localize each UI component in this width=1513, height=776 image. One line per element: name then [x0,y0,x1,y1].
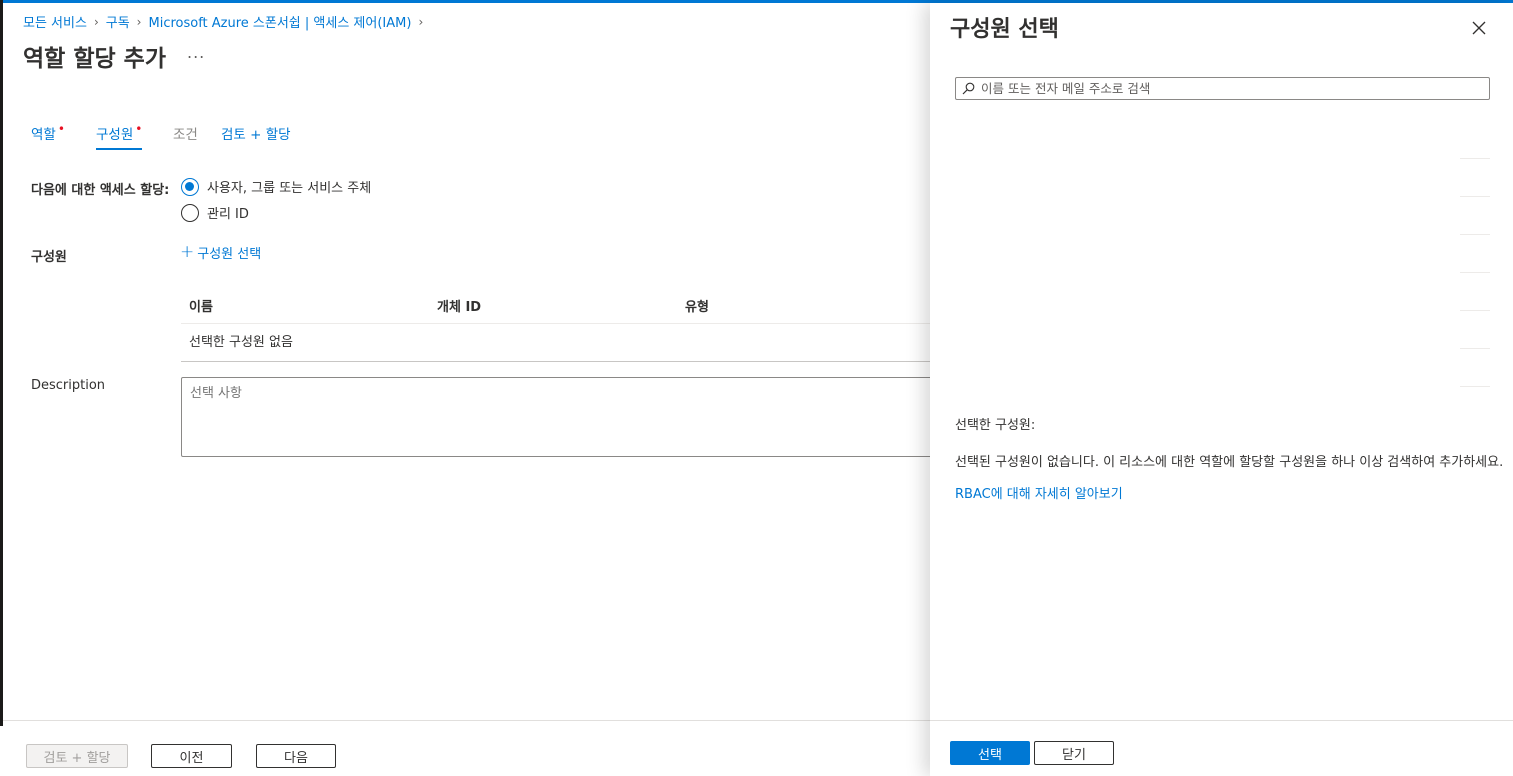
close-button[interactable]: 닫기 [1034,741,1114,765]
panel-title: 구성원 선택 [950,17,1059,42]
description-input[interactable] [181,377,933,457]
list-divider [1460,234,1490,235]
list-divider [1460,272,1490,273]
radio-user-group-service-principal[interactable]: 사용자, 그룹 또는 서비스 주체 [181,177,371,196]
rbac-learn-more-link[interactable]: RBAC에 대해 자세히 알아보기 [955,483,1123,502]
radio-button[interactable] [181,203,199,222]
select-members-link[interactable]: + 구성원 선택 [180,242,262,263]
plus-icon: + [180,242,195,262]
tab-label: 검토 + 할당 [221,127,291,143]
table-bottom-divider [181,361,930,362]
column-header-type: 유형 [685,300,709,315]
more-options-button[interactable]: ... [187,43,205,62]
breadcrumb-subscriptions[interactable]: 구독 [106,12,130,31]
assign-access-label: 다음에 대한 액세스 할당: [31,183,170,198]
search-box[interactable] [955,77,1490,100]
chevron-right-icon: › [418,14,424,29]
tab-roles[interactable]: 역할 • [31,122,65,149]
radio-label: 관리 ID [207,207,249,222]
radio-managed-identity[interactable]: 관리 ID [181,203,249,222]
tab-label: 역할 [31,127,56,143]
review-assign-button[interactable]: 검토 + 할당 [26,744,128,768]
description-label: Description [31,378,106,393]
footer-divider [3,720,930,721]
main-content: 모든 서비스 › 구독 › Microsoft Azure 스폰서쉽 | 액세스… [3,3,933,776]
table-empty-row: 선택한 구성원 없음 [189,335,293,350]
no-members-message: 선택된 구성원이 없습니다. 이 리소스에 대한 역할에 할당할 구성원을 하나… [955,455,1504,470]
selected-members-label: 선택한 구성원: [955,418,1036,433]
select-members-panel: 구성원 선택 선택한 구성원: 선택된 구성원이 없습니다. 이 리소스에 대한… [930,3,1513,776]
tab-label: 조건 [173,127,198,143]
close-icon-glyph [1472,21,1486,35]
chevron-right-icon: › [93,14,99,29]
select-button[interactable]: 선택 [950,741,1030,765]
close-icon[interactable] [1468,17,1490,39]
page-title: 역할 할당 추가 [23,46,166,72]
radio-button-checked[interactable] [181,177,199,196]
previous-button[interactable]: 이전 [151,744,232,768]
table-header-divider [181,323,930,324]
members-label: 구성원 [31,250,67,265]
breadcrumb-iam[interactable]: Microsoft Azure 스폰서쉽 | 액세스 제어(IAM) [148,12,411,31]
radio-label: 사용자, 그룹 또는 서비스 주체 [207,181,372,196]
column-header-object-id: 개체 ID [437,300,482,315]
chevron-right-icon: › [136,14,142,29]
list-divider [1460,196,1490,197]
tab-review-assign[interactable]: 검토 + 할당 [221,123,291,149]
list-divider [1460,158,1490,159]
next-button[interactable]: 다음 [256,744,336,768]
list-divider [1460,386,1490,387]
search-icon [962,82,975,95]
tab-conditions[interactable]: 조건 [173,123,198,149]
list-divider [1460,310,1490,311]
required-indicator: • [57,122,65,136]
tab-members[interactable]: 구성원 • [96,122,143,150]
breadcrumb: 모든 서비스 › 구독 › Microsoft Azure 스폰서쉽 | 액세스… [23,12,430,32]
required-indicator: • [135,122,143,136]
panel-footer-divider [930,720,1513,721]
list-divider [1460,348,1490,349]
tab-label: 구성원 [96,127,134,143]
select-members-label: 구성원 선택 [197,247,262,262]
breadcrumb-all-services[interactable]: 모든 서비스 [23,12,87,31]
search-input[interactable] [981,81,1481,96]
column-header-name: 이름 [189,300,213,315]
